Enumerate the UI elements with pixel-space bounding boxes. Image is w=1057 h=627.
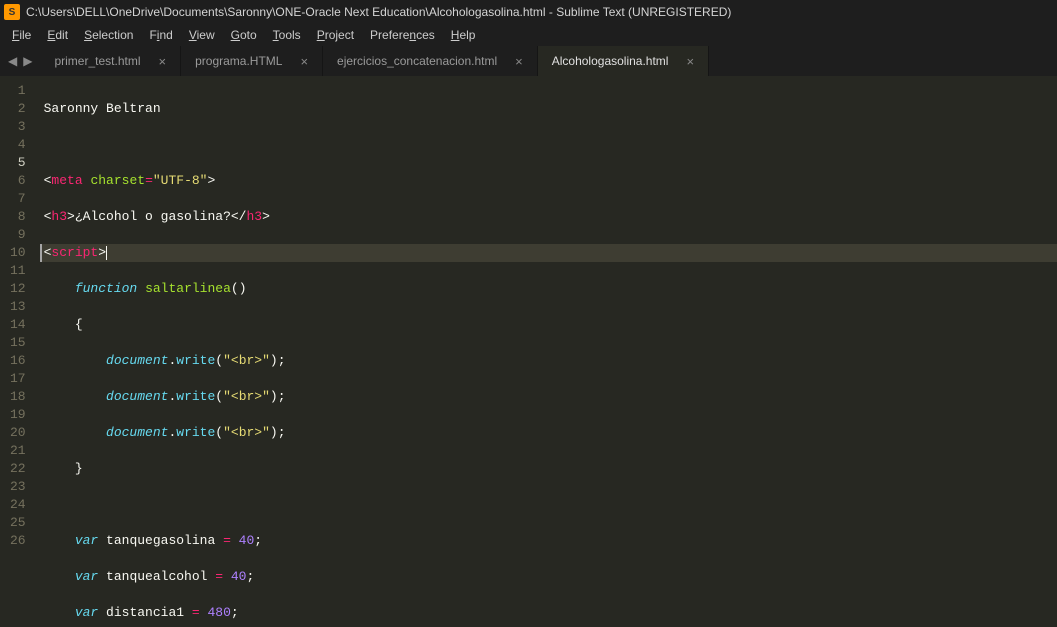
code-line: function saltarlinea() xyxy=(40,280,1057,298)
title-bar: S C:\Users\DELL\OneDrive\Documents\Saron… xyxy=(0,0,1057,24)
close-icon[interactable]: × xyxy=(686,54,694,69)
code-line: <meta charset="UTF-8"> xyxy=(40,172,1057,190)
menu-find[interactable]: Find xyxy=(141,26,180,44)
code-line: <h3>¿Alcohol o gasolina?</h3> xyxy=(40,208,1057,226)
editor-area[interactable]: 1234567891011121314151617181920212223242… xyxy=(0,76,1057,627)
code-line: <script> xyxy=(40,244,1057,262)
tab-label: ejercicios_concatenacion.html xyxy=(337,54,497,68)
tab-alcohologasolina[interactable]: Alcohologasolina.html × xyxy=(538,46,709,76)
nav-forward-icon[interactable]: ▶ xyxy=(23,54,32,68)
code-line: var tanquealcohol = 40; xyxy=(40,568,1057,586)
close-icon[interactable]: × xyxy=(159,54,167,69)
menu-preferences[interactable]: Preferences xyxy=(362,26,443,44)
tab-bar: ◀ ▶ primer_test.html × programa.HTML × e… xyxy=(0,46,1057,76)
menu-bar: File Edit Selection Find View Goto Tools… xyxy=(0,24,1057,46)
menu-view[interactable]: View xyxy=(181,26,223,44)
app-icon: S xyxy=(4,4,20,20)
code-line: var distancia1 = 480; xyxy=(40,604,1057,622)
tab-primer-test[interactable]: primer_test.html × xyxy=(40,46,181,76)
tab-programa[interactable]: programa.HTML × xyxy=(181,46,323,76)
line-number-gutter: 1234567891011121314151617181920212223242… xyxy=(0,76,40,627)
code-line: document.write("<br>"); xyxy=(40,352,1057,370)
close-icon[interactable]: × xyxy=(300,54,308,69)
code-line: document.write("<br>"); xyxy=(40,388,1057,406)
nav-back-icon[interactable]: ◀ xyxy=(8,54,17,68)
code-line: Saronny Beltran xyxy=(40,100,1057,118)
code-content[interactable]: Saronny Beltran <meta charset="UTF-8"> <… xyxy=(40,76,1057,627)
menu-tools[interactable]: Tools xyxy=(265,26,309,44)
code-line: { xyxy=(40,316,1057,334)
menu-help[interactable]: Help xyxy=(443,26,484,44)
code-line: var tanquegasolina = 40; xyxy=(40,532,1057,550)
code-line xyxy=(40,136,1057,154)
code-line: } xyxy=(40,460,1057,478)
menu-file[interactable]: File xyxy=(4,26,39,44)
tab-ejercicios[interactable]: ejercicios_concatenacion.html × xyxy=(323,46,538,76)
tab-label: programa.HTML xyxy=(195,54,282,68)
window-title: C:\Users\DELL\OneDrive\Documents\Saronny… xyxy=(26,5,731,19)
menu-edit[interactable]: Edit xyxy=(39,26,76,44)
menu-goto[interactable]: Goto xyxy=(223,26,265,44)
menu-selection[interactable]: Selection xyxy=(76,26,141,44)
code-line xyxy=(40,496,1057,514)
close-icon[interactable]: × xyxy=(515,54,523,69)
code-line: document.write("<br>"); xyxy=(40,424,1057,442)
tab-nav: ◀ ▶ xyxy=(0,46,40,76)
tab-label: Alcohologasolina.html xyxy=(552,54,669,68)
tab-label: primer_test.html xyxy=(54,54,140,68)
text-cursor xyxy=(106,246,107,260)
menu-project[interactable]: Project xyxy=(309,26,362,44)
